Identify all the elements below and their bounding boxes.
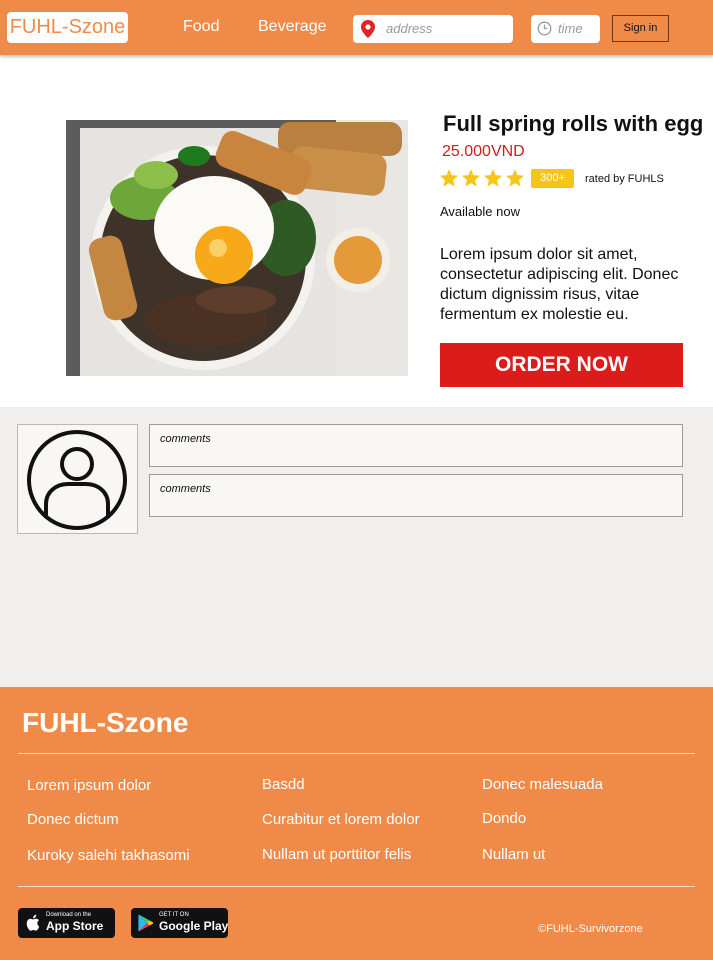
google-play-label: Google Play [159, 919, 229, 933]
apple-icon [26, 914, 40, 931]
comment-text: comments [160, 483, 211, 495]
footer-link[interactable]: Donec malesuada [482, 776, 603, 793]
app-store-label: App Store [46, 919, 104, 933]
rating-count-badge: 300+ [531, 169, 574, 188]
product-description: Lorem ipsum dolor sit amet, consectetur … [440, 246, 679, 323]
footer-link[interactable]: Basdd [262, 776, 305, 793]
address-input[interactable]: address [353, 15, 513, 43]
footer-link[interactable]: Kuroky salehi takhasomi [27, 847, 190, 864]
footer-link[interactable]: Curabitur et lorem dolor [262, 811, 420, 828]
product-price: 25.000VND [442, 143, 525, 160]
location-pin-icon [361, 20, 375, 38]
nav-food[interactable]: Food [183, 18, 219, 36]
user-avatar [17, 424, 138, 534]
site-logo[interactable]: FUHL-Szone [7, 12, 128, 43]
google-play-button[interactable]: GET IT ON Google Play [131, 908, 228, 938]
product-title: Full spring rolls with egg [443, 111, 704, 136]
footer-link[interactable]: Nullam ut [482, 846, 545, 863]
user-avatar-icon [27, 430, 127, 530]
address-placeholder: address [386, 21, 433, 36]
top-header: FUHL-Szone Food Beverage address time Si… [0, 0, 713, 55]
time-placeholder: time [558, 21, 583, 36]
star-icon [484, 169, 502, 187]
rated-by-label: rated by FUHLS [585, 173, 664, 185]
footer-divider [18, 886, 695, 887]
star-icon [440, 169, 458, 187]
copyright-text: ©FUHL-Survivorzone [538, 923, 643, 935]
comment-text: comments [160, 433, 211, 445]
nav-beverage[interactable]: Beverage [258, 18, 327, 36]
comment-box[interactable]: comments [149, 474, 683, 517]
star-icon [506, 169, 524, 187]
google-play-small-text: GET IT ON [159, 912, 189, 918]
footer-link[interactable]: Lorem ipsum dolor [27, 777, 151, 794]
app-store-button[interactable]: Download on the App Store [18, 908, 115, 938]
time-input[interactable]: time [531, 15, 600, 43]
footer-divider [18, 753, 695, 754]
comment-box[interactable]: comments [149, 424, 683, 467]
sign-in-button[interactable]: Sign in [612, 15, 669, 42]
footer-link[interactable]: Dondo [482, 810, 526, 827]
footer-brand: FUHL-Szone [22, 707, 189, 738]
footer-link[interactable]: Donec dictum [27, 811, 119, 828]
clock-icon [537, 21, 552, 36]
availability-status: Available now [440, 204, 520, 219]
app-store-small-text: Download on the [46, 912, 92, 918]
star-icon [462, 169, 480, 187]
order-now-button[interactable]: ORDER NOW [440, 343, 683, 387]
footer-link[interactable]: Nullam ut porttitor felis [262, 846, 411, 863]
product-image [66, 120, 408, 376]
google-play-icon [138, 914, 154, 932]
